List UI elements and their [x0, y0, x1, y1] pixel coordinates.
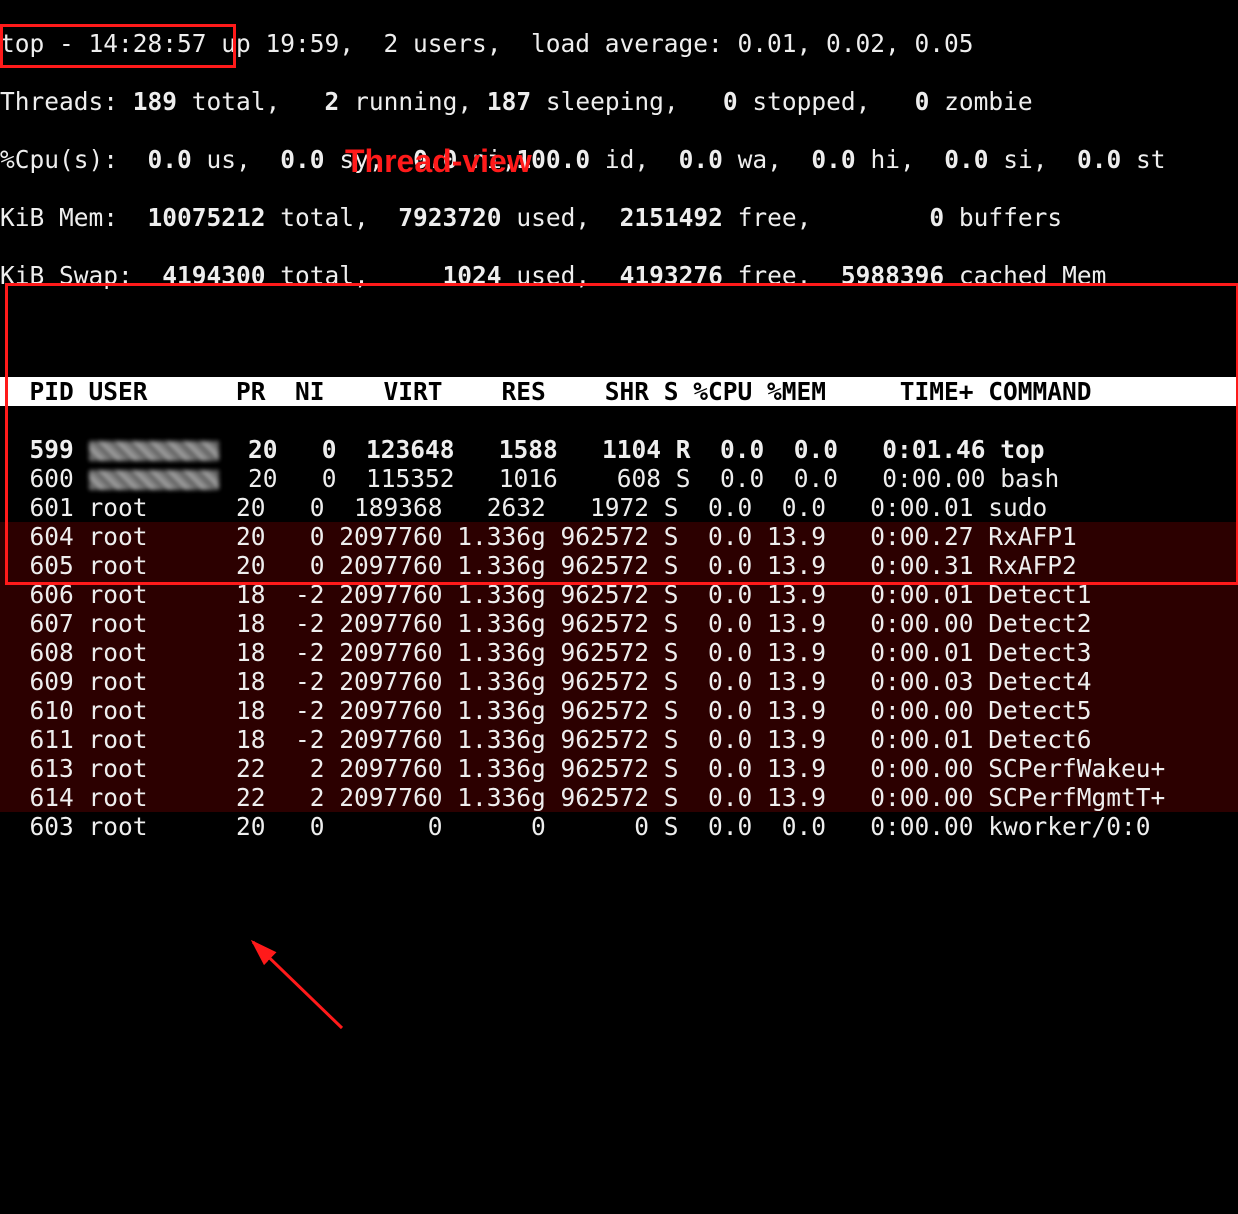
- process-row: 601 root 20 0 189368 2632 1972 S 0.0 0.0…: [0, 493, 1238, 522]
- process-row: 603 root 20 0 0 0 0 S 0.0 0.0 0:00.00 kw…: [0, 812, 1238, 841]
- top-summary-cpu: %Cpu(s): 0.0 us, 0.0 sy, 0.0 ni,100.0 id…: [0, 145, 1238, 174]
- process-row: 611 root 18 -2 2097760 1.336g 962572 S 0…: [0, 725, 1238, 754]
- annotation-arrow-icon: [0, 870, 1238, 1214]
- blank-line: [0, 319, 1238, 348]
- top-summary-threads: Threads: 189 total, 2 running, 187 sleep…: [0, 87, 1238, 116]
- process-row: 600 20 0 115352 1016 608 S 0.0 0.0 0:00.…: [0, 464, 1238, 493]
- process-row: 599 20 0 123648 1588 1104 R 0.0 0.0 0:01…: [0, 435, 1238, 464]
- terminal-output: top - 14:28:57 up 19:59, 2 users, load a…: [0, 0, 1238, 870]
- top-summary-mem: KiB Mem: 10075212 total, 7923720 used, 2…: [0, 203, 1238, 232]
- process-row: 604 root 20 0 2097760 1.336g 962572 S 0.…: [0, 522, 1238, 551]
- top-summary-swap: KiB Swap: 4194300 total, 1024 used, 4193…: [0, 261, 1238, 290]
- pixelated-username: [89, 441, 219, 461]
- top-summary-uptime: top - 14:28:57 up 19:59, 2 users, load a…: [0, 29, 1238, 58]
- process-row: 607 root 18 -2 2097760 1.336g 962572 S 0…: [0, 609, 1238, 638]
- process-row: 613 root 22 2 2097760 1.336g 962572 S 0.…: [0, 754, 1238, 783]
- process-row: 614 root 22 2 2097760 1.336g 962572 S 0.…: [0, 783, 1238, 812]
- process-row: 606 root 18 -2 2097760 1.336g 962572 S 0…: [0, 580, 1238, 609]
- columns-header: PID USER PR NI VIRT RES SHR S %CPU %MEM …: [0, 377, 1238, 406]
- process-row: 605 root 20 0 2097760 1.336g 962572 S 0.…: [0, 551, 1238, 580]
- process-row: 609 root 18 -2 2097760 1.336g 962572 S 0…: [0, 667, 1238, 696]
- process-row: 610 root 18 -2 2097760 1.336g 962572 S 0…: [0, 696, 1238, 725]
- process-row: 608 root 18 -2 2097760 1.336g 962572 S 0…: [0, 638, 1238, 667]
- pixelated-username: [89, 470, 219, 490]
